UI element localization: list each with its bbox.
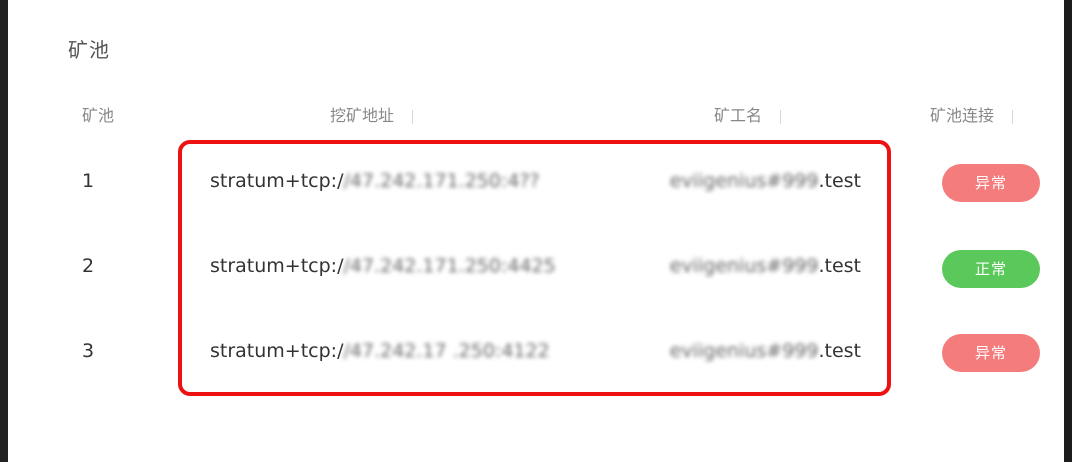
column-header-pool: 矿池 [82, 104, 114, 128]
mining-address: stratum+tcp://47.242.171.250:4?? [210, 170, 540, 192]
worker-suffix: .test [818, 255, 861, 277]
address-redacted: /47.242.171.250:4425 [343, 255, 556, 277]
address-prefix: stratum+tcp:/ [210, 170, 344, 192]
mining-address: stratum+tcp://47.242.17 .250:4122 [210, 340, 550, 362]
address-prefix: stratum+tcp:/ [210, 255, 344, 277]
address-prefix: stratum+tcp:/ [210, 340, 344, 362]
worker-suffix: .test [818, 170, 861, 192]
column-resize-handle[interactable] [780, 109, 782, 124]
column-header-pool-label: 矿池 [82, 106, 115, 125]
pool-panel: 矿池 矿池 挖矿地址 矿工名 矿池连接 1 stratum+tcp://47.2… [8, 0, 1064, 462]
row-index: 3 [82, 340, 95, 362]
column-resize-handle[interactable] [412, 109, 414, 124]
address-redacted: /47.242.17 .250:4122 [343, 340, 550, 362]
screen: 矿池 矿池 挖矿地址 矿工名 矿池连接 1 stratum+tcp://47.2… [0, 0, 1072, 462]
column-header-address: 挖矿地址 [330, 104, 414, 128]
panel-title: 矿池 [68, 38, 110, 62]
worker-name: eviigenius#999.test [670, 340, 861, 362]
worker-name: eviigenius#999.test [670, 255, 861, 277]
row-index: 2 [82, 255, 95, 277]
status-badge: 异常 [942, 334, 1040, 372]
status-badge: 正常 [942, 250, 1040, 288]
mining-address: stratum+tcp://47.242.171.250:4425 [210, 255, 556, 277]
column-header-worker-label: 矿工名 [714, 106, 763, 125]
worker-redacted: eviigenius#999 [669, 340, 819, 362]
column-header-connection-label: 矿池连接 [930, 106, 995, 125]
background-window-edge [0, 0, 8, 462]
address-redacted: /47.242.171.250:4?? [343, 170, 540, 192]
worker-redacted: eviigenius#999 [669, 170, 819, 192]
row-index: 1 [82, 170, 95, 192]
column-resize-handle[interactable] [1012, 109, 1014, 124]
column-header-connection: 矿池连接 [930, 104, 1014, 128]
column-header-address-label: 挖矿地址 [330, 106, 395, 125]
worker-redacted: eviigenius#999 [669, 255, 819, 277]
worker-name: eviigenius#999.test [670, 170, 861, 192]
status-badge: 异常 [942, 164, 1040, 202]
worker-suffix: .test [818, 340, 861, 362]
column-header-worker: 矿工名 [714, 104, 782, 128]
